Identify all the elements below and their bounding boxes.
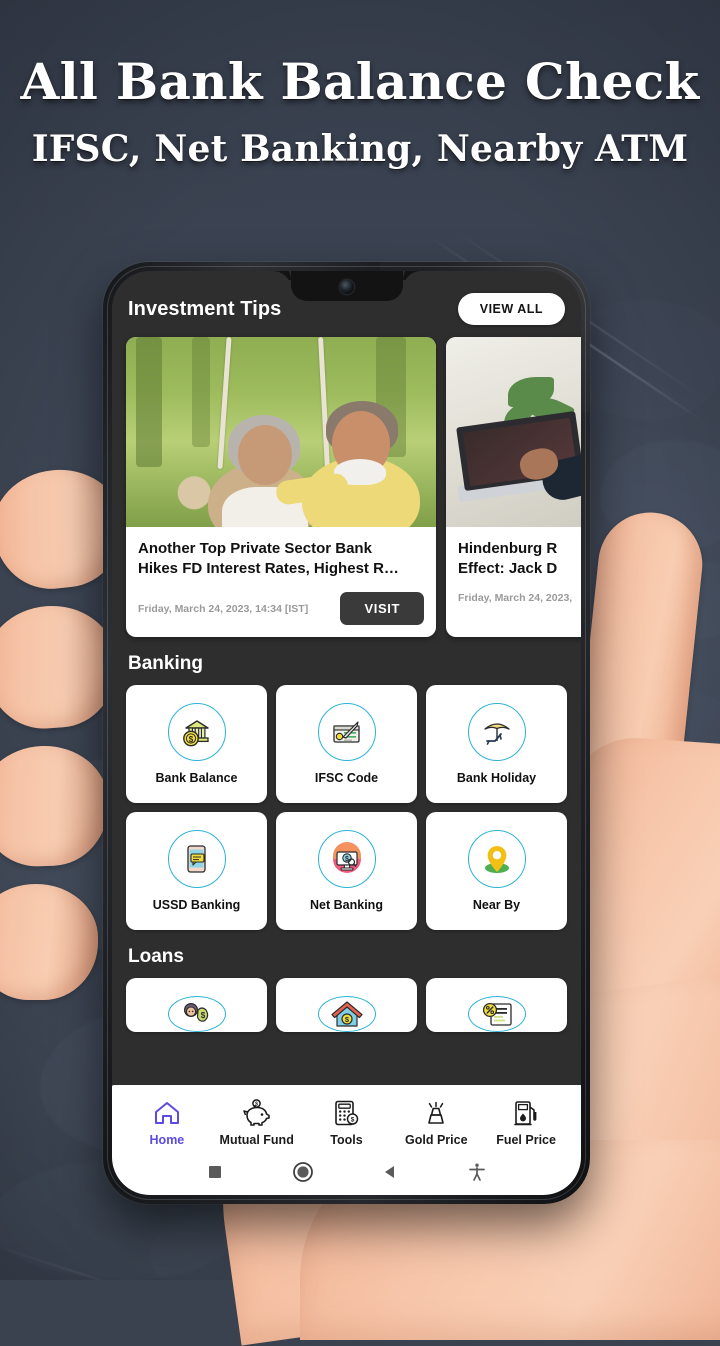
tile-label: Net Banking — [310, 898, 383, 912]
tip-card-image-couple-swing — [126, 337, 436, 527]
loans-grid-row1: $ Personal Loan $ — [112, 978, 581, 1032]
banking-grid-row2: USSD Banking $ Net Banking Near By — [112, 812, 581, 930]
tip-card-title-line2: Hikes FD Interest Rates, Highest R… — [138, 559, 399, 577]
beach-umbrella-chair-icon — [467, 703, 526, 761]
banking-grid-row1: $ Bank Balance IFSC Code Bank Holiday — [112, 685, 581, 803]
accessibility-icon[interactable] — [467, 1162, 487, 1182]
map-pin-icon — [467, 830, 526, 888]
view-all-button[interactable]: VIEW ALL — [457, 293, 565, 325]
tile-ifsc-code[interactable]: IFSC Code — [276, 685, 417, 803]
bottom-nav-items: Home $ Mutual Fund $ Tools Gold Price Fu… — [112, 1085, 581, 1155]
tip-card-title-line1: Hindenburg R — [458, 540, 558, 557]
promo-subtitle: IFSC, Net Banking, Nearby ATM — [31, 128, 689, 170]
tile-label: Near By — [472, 898, 521, 912]
gold-bars-icon — [420, 1097, 452, 1127]
bank-with-coin-icon: $ — [167, 703, 226, 761]
promo-title: All Bank Balance Check — [20, 52, 700, 111]
tile-label: IFSC Code — [314, 771, 379, 785]
nav-item-mutual-fund[interactable]: $ Mutual Fund — [212, 1097, 302, 1147]
monitor-money-icon: $ — [317, 830, 376, 888]
home-icon — [152, 1097, 182, 1127]
fuel-pump-icon — [512, 1097, 540, 1127]
bottom-navigation: Home $ Mutual Fund $ Tools Gold Price Fu… — [112, 1085, 581, 1195]
nav-item-fuel-price[interactable]: Fuel Price — [481, 1097, 571, 1147]
piggy-bank-icon: $ — [241, 1097, 273, 1127]
tile-net-banking[interactable]: $ Net Banking — [276, 812, 417, 930]
android-system-nav — [112, 1155, 581, 1195]
nav-label: Fuel Price — [496, 1133, 556, 1147]
banking-section-title: Banking — [128, 653, 203, 674]
investment-tip-card[interactable]: Another Top Private Sector Bank Hikes FD… — [126, 337, 436, 637]
investment-tips-carousel[interactable]: Another Top Private Sector Bank Hikes FD… — [112, 337, 581, 637]
house-loan-icon: $ — [317, 996, 376, 1032]
phone-screen: Investment Tips VIEW ALL Another Top Pri… — [112, 271, 581, 1195]
svg-text:$: $ — [200, 1011, 205, 1020]
tile-label: Bank Balance — [155, 771, 238, 785]
app-scroll-area[interactable]: Investment Tips VIEW ALL Another Top Pri… — [112, 271, 581, 1195]
svg-text:$: $ — [188, 735, 193, 744]
home-circle-icon[interactable] — [292, 1161, 314, 1183]
tile-loan-interest[interactable]: Loan Interest — [426, 978, 567, 1032]
investment-tip-card[interactable]: Hindenburg R Effect: Jack D Friday, Marc… — [446, 337, 581, 637]
front-camera-icon — [339, 280, 354, 294]
nav-label: Tools — [330, 1133, 363, 1147]
nav-item-tools[interactable]: $ Tools — [302, 1097, 392, 1147]
app-root: Investment Tips VIEW ALL Another Top Pri… — [112, 271, 581, 1195]
tile-home-loan[interactable]: $ Home Loan — [276, 978, 417, 1032]
nav-label: Gold Price — [405, 1133, 468, 1147]
tip-card-footer: Friday, March 24, 2023, — [458, 592, 581, 604]
promo-title-block: All Bank Balance Check IFSC, Net Banking… — [0, 56, 720, 170]
tile-label: Bank Holiday — [456, 771, 537, 785]
tile-personal-loan[interactable]: $ Personal Loan — [126, 978, 267, 1032]
back-triangle-icon[interactable] — [381, 1163, 399, 1181]
document-percent-icon — [467, 996, 526, 1032]
cheque-with-pen-icon — [317, 703, 376, 761]
recents-square-icon[interactable] — [206, 1163, 224, 1181]
person-money-bag-icon: $ — [167, 996, 226, 1032]
tip-card-title-line1: Another Top Private Sector Bank — [138, 540, 372, 557]
loans-section-title: Loans — [128, 946, 184, 967]
investment-tips-title: Investment Tips — [128, 297, 282, 320]
tile-bank-balance[interactable]: $ Bank Balance — [126, 685, 267, 803]
tip-card-title-line2: Effect: Jack D — [458, 559, 558, 577]
tile-near-by[interactable]: Near By — [426, 812, 567, 930]
phone-mockup: Investment Tips VIEW ALL Another Top Pri… — [103, 262, 590, 1204]
phone-message-icon — [167, 830, 226, 888]
tip-card-footer: Friday, March 24, 2023, 14:34 [IST] VISI… — [138, 592, 424, 625]
svg-text:$: $ — [351, 1117, 355, 1124]
calculator-icon: $ — [332, 1097, 360, 1127]
tile-bank-holiday[interactable]: Bank Holiday — [426, 685, 567, 803]
tip-card-image-laptop-chart — [446, 337, 581, 527]
tip-card-body: Hindenburg R Effect: Jack D Friday, Marc… — [446, 527, 581, 616]
nav-item-home[interactable]: Home — [122, 1097, 212, 1147]
tip-card-date: Friday, March 24, 2023, 14:34 [IST] — [138, 602, 309, 615]
tip-card-date: Friday, March 24, 2023, — [458, 592, 573, 604]
tile-ussd-banking[interactable]: USSD Banking — [126, 812, 267, 930]
visit-button[interactable]: VISIT — [340, 592, 424, 625]
tip-card-body: Another Top Private Sector Bank Hikes FD… — [126, 527, 436, 637]
nav-item-gold-price[interactable]: Gold Price — [391, 1097, 481, 1147]
tile-label: USSD Banking — [152, 898, 241, 912]
svg-text:$: $ — [255, 1102, 258, 1108]
nav-label: Mutual Fund — [219, 1133, 294, 1147]
nav-label: Home — [149, 1133, 185, 1147]
